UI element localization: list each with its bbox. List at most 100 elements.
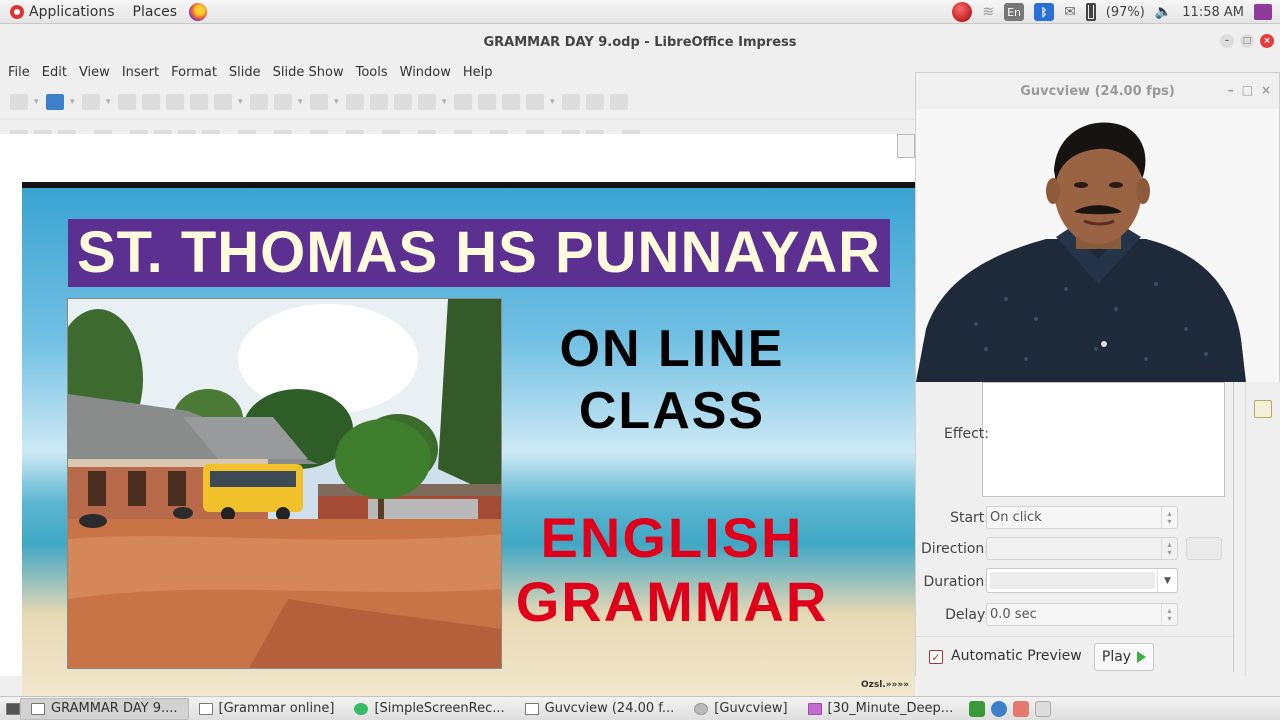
- browser-icon[interactable]: [991, 700, 1008, 717]
- redo-icon[interactable]: [310, 93, 328, 110]
- recorder-icon: [354, 702, 369, 715]
- applications-menu[interactable]: Applications: [4, 4, 121, 20]
- task-label: [Grammar online]: [218, 701, 335, 716]
- cut-icon[interactable]: [166, 93, 184, 110]
- watermark: Ozsl.»»»»: [860, 680, 909, 690]
- automatic-preview-checkbox[interactable]: ✓: [929, 650, 943, 664]
- chart-icon[interactable]: [610, 93, 628, 110]
- grid-icon[interactable]: [394, 93, 412, 110]
- duration-input[interactable]: [990, 572, 1155, 589]
- clock[interactable]: 11:58 AM: [1182, 5, 1244, 20]
- direction-spin-icon[interactable]: ▴ ▾: [1161, 538, 1177, 559]
- task-grammar-day9[interactable]: GRAMMAR DAY 9....: [20, 697, 189, 720]
- delay-spinbox[interactable]: 0.0 sec ▴ ▾: [986, 603, 1178, 626]
- firefox-icon[interactable]: [189, 2, 208, 21]
- recorder-tray-icon[interactable]: [952, 2, 973, 22]
- task-guvcview-2[interactable]: [Guvcview]: [684, 698, 797, 720]
- table-icon[interactable]: [526, 93, 544, 110]
- properties-deck-icon[interactable]: [1254, 400, 1272, 418]
- menu-view[interactable]: View: [73, 65, 116, 80]
- show-desktop-icon[interactable]: [6, 702, 20, 715]
- slide-canvas[interactable]: ST. THOMAS HS PUNNAYAR ON LINE CLASS ENG…: [22, 182, 915, 696]
- guvcview-maximize-icon[interactable]: □: [1242, 83, 1253, 97]
- english-grammar-text[interactable]: ENGLISH GRAMMAR: [502, 506, 842, 634]
- class-text: CLASS: [578, 382, 766, 440]
- session-icon[interactable]: [1254, 4, 1272, 20]
- close-icon[interactable]: ×: [1260, 34, 1274, 48]
- school-photo[interactable]: [67, 298, 502, 669]
- guvcview-titlebar[interactable]: Guvcview (24.00 fps) – □ ×: [916, 73, 1279, 109]
- battery-icon[interactable]: [1085, 3, 1096, 21]
- animation-panel: Effect: Start: On click ▴ ▾ Direction: ▴ ▾…: [915, 382, 1245, 676]
- menu-format[interactable]: Format: [165, 65, 223, 80]
- open-folder-icon[interactable]: [46, 93, 64, 110]
- online-text: ON LINE: [559, 320, 785, 378]
- minimize-icon[interactable]: –: [1220, 34, 1234, 48]
- menu-file[interactable]: File: [2, 65, 36, 80]
- direction-label: Direction:: [921, 541, 989, 557]
- online-class-text[interactable]: ON LINE CLASS: [532, 318, 812, 442]
- copy-icon[interactable]: [190, 93, 208, 110]
- keyboard-layout-indicator[interactable]: En: [1004, 3, 1025, 21]
- display-views-icon[interactable]: [418, 93, 436, 110]
- wifi-icon[interactable]: ≋: [982, 4, 994, 20]
- master-slide-icon[interactable]: [454, 93, 472, 110]
- start-current-slide-icon[interactable]: [502, 93, 520, 110]
- delay-value: 0.0 sec: [990, 607, 1037, 622]
- applications-icon: [10, 4, 24, 19]
- video-icon: [807, 702, 822, 715]
- delay-label: Delay:: [945, 607, 989, 623]
- guvcview-window[interactable]: Guvcview (24.00 fps) – □ ×: [915, 72, 1280, 382]
- menu-slide[interactable]: Slide: [223, 65, 267, 80]
- media-icon[interactable]: [586, 93, 604, 110]
- task-guvcview[interactable]: Guvcview (24.00 f...: [515, 698, 685, 720]
- menu-slide-show[interactable]: Slide Show: [267, 65, 350, 80]
- volume-icon[interactable]: 🔈: [1155, 4, 1172, 20]
- menu-tools[interactable]: Tools: [350, 65, 394, 80]
- menu-edit[interactable]: Edit: [36, 65, 73, 80]
- task-simplescreenrecorder[interactable]: [SimpleScreenRec...: [344, 698, 514, 720]
- menu-insert[interactable]: Insert: [116, 65, 165, 80]
- direction-options-button[interactable]: [1186, 537, 1222, 560]
- menu-help[interactable]: Help: [457, 65, 499, 80]
- task-grammar-online[interactable]: [Grammar online]: [189, 698, 345, 720]
- image-icon[interactable]: [562, 93, 580, 110]
- start-spin-icon[interactable]: ▴ ▾: [1161, 507, 1177, 528]
- slide-title[interactable]: ST. THOMAS HS PUNNAYAR: [68, 219, 890, 287]
- menu-window[interactable]: Window: [394, 65, 457, 80]
- mail-icon[interactable]: ✉: [1064, 4, 1076, 20]
- maximize-icon[interactable]: □: [1240, 34, 1254, 48]
- grammar-text: GRAMMAR: [515, 570, 829, 633]
- save-icon[interactable]: [82, 93, 100, 110]
- panel-scroll-button[interactable]: [897, 134, 915, 158]
- find-icon[interactable]: [346, 93, 364, 110]
- duration-label: Duration:: [923, 574, 989, 590]
- new-icon[interactable]: [10, 93, 28, 110]
- duration-combobox[interactable]: ▼: [986, 568, 1178, 593]
- export-pdf-icon[interactable]: [118, 93, 136, 110]
- impress-icon: [31, 702, 45, 715]
- play-button[interactable]: Play: [1094, 643, 1154, 671]
- guvcview-minimize-icon[interactable]: –: [1228, 83, 1234, 97]
- bluetooth-icon[interactable]: ᛒ: [1034, 3, 1055, 21]
- play-icon: [1137, 651, 1147, 663]
- workspace-2-icon[interactable]: [1035, 700, 1052, 717]
- guvcview-close-icon[interactable]: ×: [1261, 83, 1271, 97]
- start-first-slide-icon[interactable]: [478, 93, 496, 110]
- calc-icon[interactable]: [969, 700, 986, 717]
- slide-editing-area[interactable]: ST. THOMAS HS PUNNAYAR ON LINE CLASS ENG…: [0, 134, 915, 696]
- print-icon[interactable]: [142, 93, 160, 110]
- duration-dropdown-icon[interactable]: ▼: [1157, 569, 1177, 592]
- task-30-minute-deep[interactable]: [30_Minute_Deep...: [798, 698, 964, 720]
- spelling-icon[interactable]: [370, 93, 388, 110]
- delay-spin-icon[interactable]: ▴ ▾: [1161, 604, 1177, 625]
- undo-icon[interactable]: [274, 93, 292, 110]
- direction-select[interactable]: ▴ ▾: [986, 537, 1178, 560]
- start-select[interactable]: On click ▴ ▾: [986, 506, 1178, 529]
- panel-scrollbar[interactable]: [1233, 382, 1241, 672]
- workspace-icon[interactable]: [1013, 700, 1030, 717]
- paste-icon[interactable]: [214, 93, 232, 110]
- effect-list[interactable]: [982, 382, 1225, 497]
- places-menu[interactable]: Places: [127, 4, 184, 20]
- clone-formatting-icon[interactable]: [250, 93, 268, 110]
